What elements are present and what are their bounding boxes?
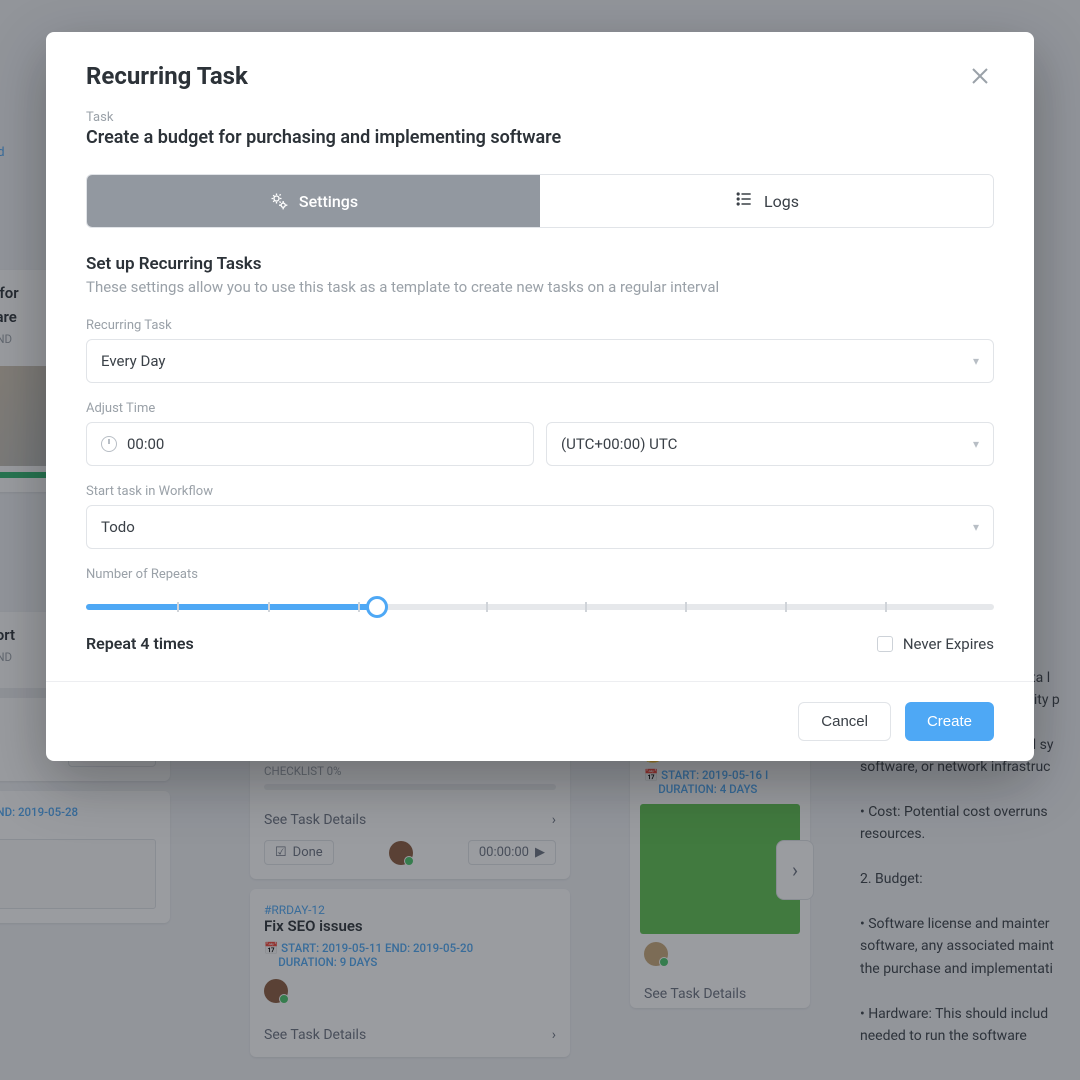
- clock-icon: [101, 436, 117, 452]
- tab-label: Logs: [764, 192, 799, 211]
- slider-thumb[interactable]: [366, 596, 388, 618]
- close-button[interactable]: [966, 62, 994, 90]
- workflow-select[interactable]: Todo ▾: [86, 505, 994, 549]
- cancel-button[interactable]: Cancel: [798, 702, 891, 741]
- select-value: Every Day: [101, 352, 165, 370]
- section-title: Set up Recurring Tasks: [86, 254, 994, 274]
- repeat-count-text: Repeat 4 times: [86, 634, 194, 653]
- chevron-down-icon: ▾: [973, 354, 979, 368]
- never-expires-checkbox[interactable]: [877, 636, 893, 652]
- modal-title: Recurring Task: [86, 62, 248, 90]
- recurring-task-modal: Recurring Task Task Create a budget for …: [46, 32, 1034, 761]
- select-value: (UTC+00:00) UTC: [561, 435, 677, 453]
- chevron-down-icon: ▾: [973, 520, 979, 534]
- field-label-workflow: Start task in Workflow: [86, 484, 994, 499]
- recurring-select[interactable]: Every Day ▾: [86, 339, 994, 383]
- tab-label: Settings: [299, 192, 358, 211]
- repeats-slider[interactable]: [86, 596, 994, 616]
- section-subtitle: These settings allow you to use this tas…: [86, 278, 994, 296]
- time-input[interactable]: 00:00: [86, 422, 534, 466]
- gear-icon: [269, 191, 289, 211]
- tabs: Settings Logs: [86, 174, 994, 228]
- field-label-repeats: Number of Repeats: [86, 567, 994, 582]
- select-value: Todo: [101, 518, 135, 536]
- task-title: Create a budget for purchasing and imple…: [86, 127, 994, 148]
- field-label-recurring: Recurring Task: [86, 318, 994, 333]
- field-label-adjust-time: Adjust Time: [86, 401, 994, 416]
- tab-logs[interactable]: Logs: [540, 175, 993, 227]
- timezone-select[interactable]: (UTC+00:00) UTC ▾: [546, 422, 994, 466]
- list-icon: [734, 189, 754, 213]
- time-value: 00:00: [127, 435, 164, 453]
- tab-settings[interactable]: Settings: [87, 175, 540, 227]
- chevron-down-icon: ▾: [973, 437, 979, 451]
- never-expires-label: Never Expires: [903, 635, 994, 653]
- task-label: Task: [86, 110, 994, 125]
- create-button[interactable]: Create: [905, 702, 994, 741]
